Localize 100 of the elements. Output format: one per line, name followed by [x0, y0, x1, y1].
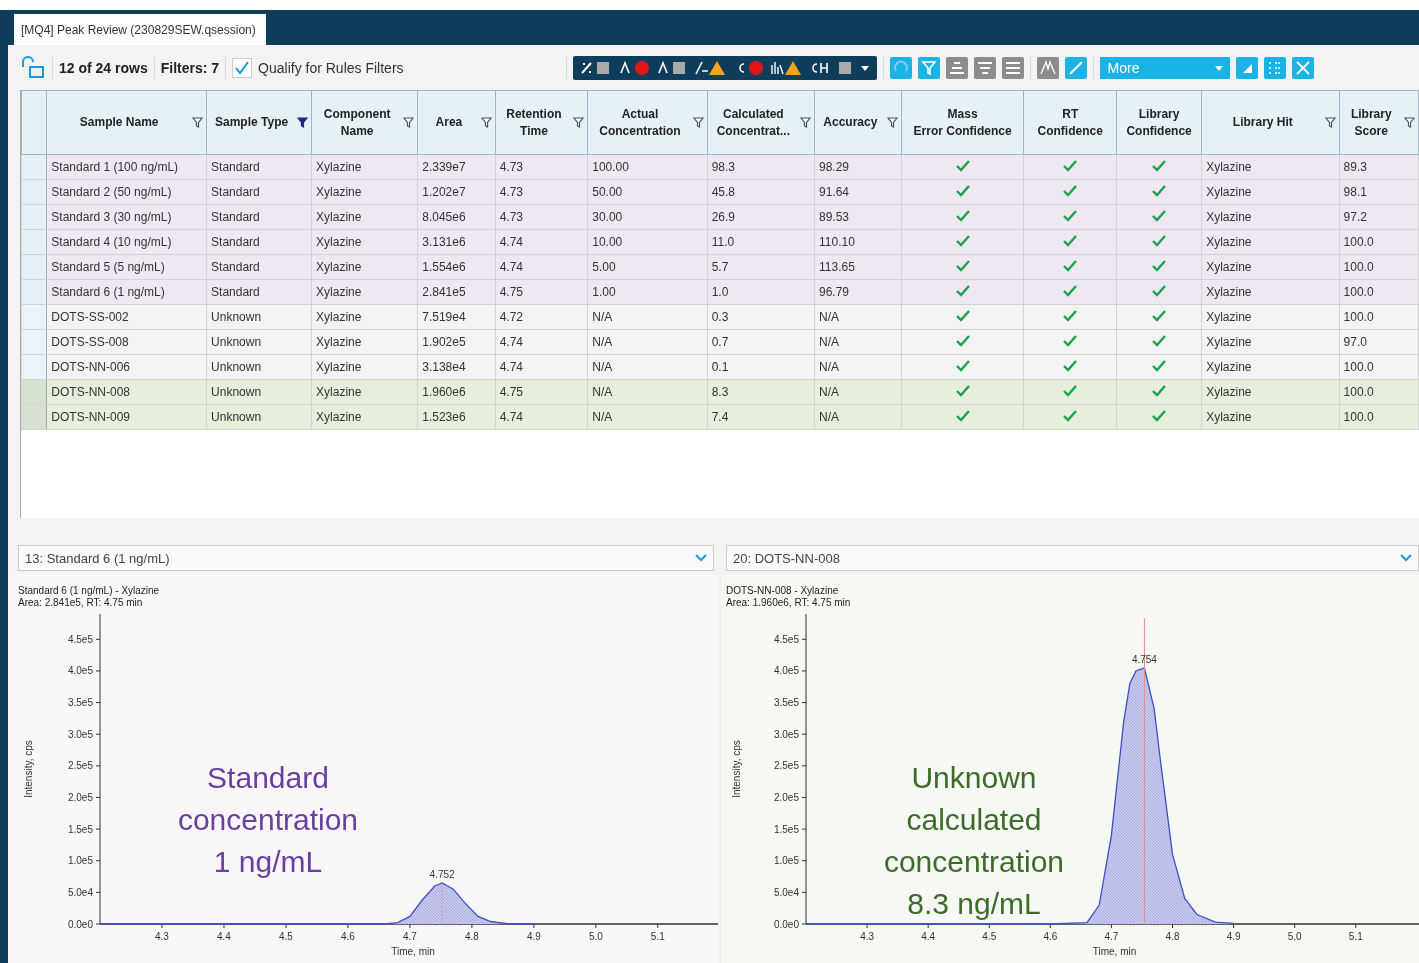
row-header[interactable] — [21, 304, 47, 330]
table-cell: 4.75 — [495, 279, 588, 305]
column-header[interactable]: Library Confidence — [1116, 90, 1202, 155]
row-header[interactable] — [21, 354, 47, 380]
row-header[interactable] — [21, 379, 47, 405]
filter-icon[interactable] — [297, 117, 309, 128]
lock-icon[interactable] — [20, 55, 46, 80]
table-cell: 0.3 — [707, 304, 815, 330]
row-header[interactable] — [21, 329, 47, 355]
column-header[interactable]: Library Hit — [1201, 90, 1340, 155]
column-header[interactable]: Component Name — [311, 90, 418, 155]
filter-icon[interactable] — [886, 117, 898, 128]
table-cell: Standard 3 (30 ng/mL) — [46, 204, 207, 230]
tick-label: 4.0e5 — [773, 665, 799, 677]
peak-label: 4.754 — [1131, 653, 1157, 665]
table-cell: Xylazine — [1201, 154, 1340, 180]
column-header[interactable]: Sample Name — [46, 90, 207, 155]
filter-icon[interactable] — [800, 117, 811, 128]
table-cell: 8.3 — [707, 379, 815, 405]
table-cell: 4.75 — [495, 379, 588, 405]
filter-icon[interactable] — [480, 117, 492, 128]
filter-count: Filters: 7 — [160, 59, 220, 76]
table-cell: N/A — [587, 379, 708, 405]
chart-title: Standard 6 (1 ng/mL) - Xylazine — [18, 585, 161, 597]
column-header[interactable]: Retention Time — [495, 90, 588, 155]
tick-label: 1.0e5 — [773, 855, 799, 867]
table-cell: Xylazine — [311, 279, 418, 305]
table-cell: DOTS-NN-008 — [46, 379, 207, 405]
row-header[interactable] — [21, 254, 47, 280]
tick-label: 5.0 — [588, 931, 603, 942]
filter-icon[interactable] — [1324, 117, 1336, 128]
table-cell: 100.0 — [1339, 254, 1419, 280]
align-icon[interactable] — [973, 56, 996, 79]
tick-label: 5.1 — [1348, 931, 1363, 942]
column-header[interactable]: Library Score — [1339, 90, 1419, 155]
chart-subtitle: Area: 2.841e5, RT: 4.75 min — [18, 597, 144, 609]
column-header[interactable]: Accuracy — [814, 90, 902, 155]
sample-dropdown[interactable]: 20: DOTS-NN-008 — [726, 545, 1419, 571]
tick-label: 5.0e4 — [67, 886, 93, 898]
table-cell: 0.7 — [707, 329, 815, 355]
row-header[interactable] — [21, 279, 47, 305]
corner-icon[interactable] — [1235, 56, 1258, 79]
column-header[interactable]: RT Confidence — [1023, 90, 1117, 155]
table-cell: Xylazine — [1201, 229, 1340, 255]
table-cell: 91.64 — [814, 179, 902, 205]
tick-label: 3.0e5 — [773, 728, 799, 740]
table-cell: Unknown — [206, 379, 312, 405]
column-header[interactable]: Actual Concentration — [587, 90, 708, 155]
table-cell: 4.73 — [495, 154, 588, 180]
checkbox[interactable] — [232, 57, 253, 78]
row-header[interactable] — [21, 179, 47, 205]
grid-icon[interactable] — [1263, 56, 1286, 79]
column-header[interactable]: Calculated Concentrat... — [707, 90, 815, 155]
table-cell: 1.00 — [587, 279, 708, 305]
table-cell: Unknown — [206, 404, 312, 430]
filter-icon[interactable] — [403, 117, 415, 128]
annotation-text: Unknown — [911, 760, 1037, 796]
row-header[interactable] — [21, 229, 47, 255]
peak-icon[interactable] — [1036, 56, 1059, 79]
table-cell: 5.00 — [587, 254, 708, 280]
table-cell: Xylazine — [1201, 179, 1340, 205]
column-header[interactable]: Mass Error Confidence — [901, 90, 1024, 155]
table-cell: Unknown — [206, 329, 312, 355]
x-axis-label: Time, min — [1092, 946, 1137, 957]
tick-label: 1.0e5 — [67, 855, 93, 867]
list-icon[interactable] — [1001, 56, 1024, 79]
table-cell: 100.00 — [587, 154, 708, 180]
tick-label: 4.5 — [982, 931, 997, 942]
table-cell: 11.0 — [707, 229, 815, 255]
filter-icon[interactable] — [192, 117, 204, 128]
table-cell: N/A — [587, 304, 708, 330]
table-cell: Xylazine — [311, 379, 418, 405]
filter-icon[interactable] — [692, 117, 704, 128]
row-header[interactable] — [21, 404, 47, 430]
chart-title: DOTS-NN-008 - Xylazine — [726, 585, 840, 597]
close-icon[interactable] — [1291, 56, 1314, 79]
table-cell: 7.4 — [707, 404, 815, 430]
table-cell: 98.29 — [814, 154, 902, 180]
row-header[interactable] — [21, 204, 47, 230]
document-tab[interactable]: [MQ4] Peak Review (230829SEW.qsession) — [14, 14, 266, 45]
table-cell: Xylazine — [311, 204, 418, 230]
table-cell: Standard — [206, 254, 312, 280]
row-count: 12 of 24 rows — [59, 59, 148, 76]
refresh-icon[interactable] — [889, 56, 912, 79]
table-cell: 4.73 — [495, 204, 588, 230]
row-header[interactable] — [21, 154, 47, 180]
table-cell: Xylazine — [311, 254, 418, 280]
tick-label: 4.3 — [155, 931, 169, 942]
column-header[interactable]: Sample Type — [206, 90, 312, 155]
table-cell: 98.3 — [707, 154, 815, 180]
filter-icon[interactable] — [573, 117, 585, 128]
table-cell: Xylazine — [311, 229, 418, 255]
sample-dropdown[interactable]: 13: Standard 6 (1 ng/mL) — [18, 545, 714, 571]
align-icon[interactable] — [945, 56, 968, 79]
tick-label: 0.0e0 — [773, 918, 799, 930]
tick-label: 5.1 — [650, 931, 665, 942]
table-cell: 100.0 — [1339, 404, 1419, 430]
annotation-text: 8.3 ng/mL — [907, 886, 1041, 922]
column-header[interactable]: Area — [417, 90, 496, 155]
filter-icon[interactable] — [1404, 117, 1415, 128]
